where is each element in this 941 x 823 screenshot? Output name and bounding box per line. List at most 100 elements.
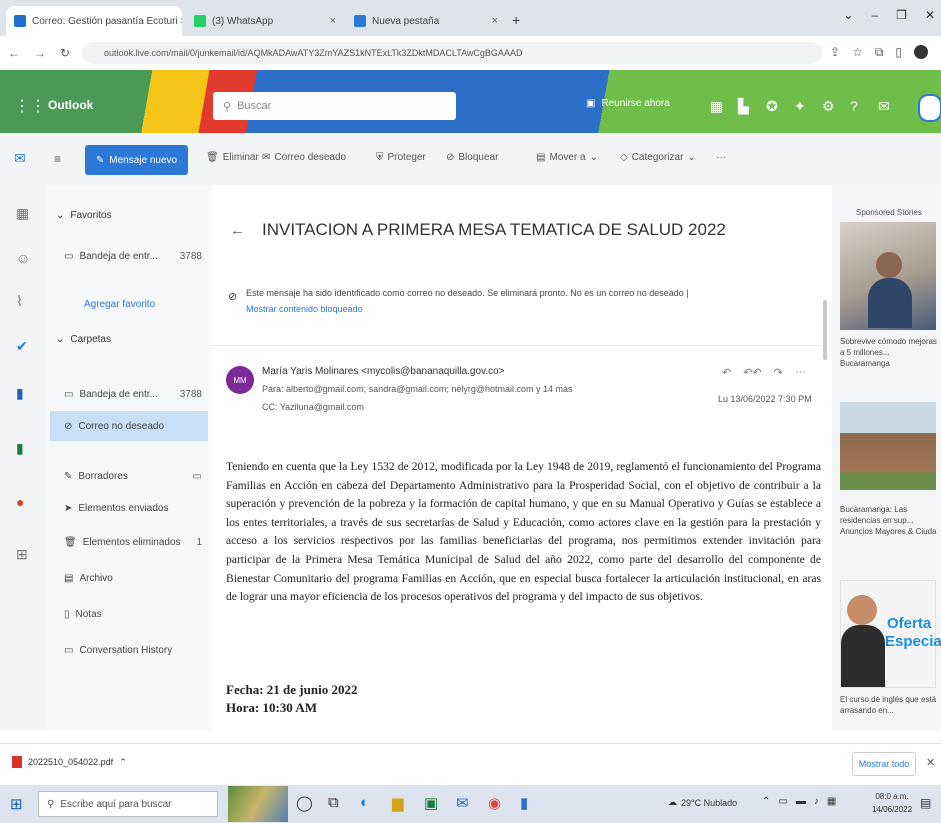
ad-image-offer[interactable]: Oferta Especial (840, 580, 941, 688)
task-view-icon[interactable]: ⧉ (328, 794, 339, 811)
sender-avatar[interactable]: MM (226, 366, 254, 394)
ad-image-house[interactable] (840, 402, 936, 490)
lightbulb-icon[interactable]: ✪ (766, 98, 778, 115)
back-icon[interactable]: ← (8, 46, 20, 60)
scrollbar-thumb[interactable] (823, 300, 827, 360)
tab-outlook[interactable]: Correo: Gestión pasantía Ecoturi × (6, 6, 182, 36)
trash-icon: 🗑 (206, 152, 219, 163)
help-icon[interactable]: ? (850, 98, 858, 114)
app-launcher-icon[interactable]: ⋮⋮ (14, 96, 46, 116)
excel-icon[interactable]: ▮ (16, 440, 24, 457)
close-shelf-icon[interactable]: ✕ (926, 756, 935, 769)
reply-all-icon[interactable]: ↶↶ (743, 366, 761, 379)
apps-icon[interactable]: ⊞ (16, 546, 28, 563)
folder-junk[interactable]: ⊘ Correo no deseado (50, 411, 208, 441)
more-options-icon[interactable]: ··· (716, 152, 726, 163)
junk-button[interactable]: ✉ Correo deseado (262, 152, 346, 163)
ad-caption-1[interactable]: Sobrevive cómodo mejoras a 5 millones...… (840, 336, 938, 369)
profile-avatar[interactable] (914, 45, 929, 59)
mail-app-icon[interactable]: ✉ (14, 150, 26, 167)
back-arrow-icon[interactable]: ← (230, 222, 245, 239)
chrome-icon[interactable]: ◉ (488, 794, 501, 812)
feedback-icon[interactable]: ✉ (878, 98, 890, 115)
hamburger-icon[interactable]: ≡ (54, 152, 61, 166)
extensions-icon[interactable]: ⧉ (875, 45, 884, 60)
event-date: Fecha: 21 de junio 2022 (226, 682, 358, 697)
maximize-icon[interactable]: ❐ (896, 8, 907, 22)
tab-whatsapp[interactable]: (3) WhatsApp × (186, 6, 344, 36)
skype-icon[interactable]: ▦ (710, 98, 723, 115)
favorites-header[interactable]: ⌄ Favoritos (56, 210, 112, 221)
close-window-icon[interactable]: ✕ (925, 8, 935, 22)
add-favorite-link[interactable]: Agregar favorito (50, 290, 208, 318)
minimize-icon[interactable]: – (871, 8, 878, 22)
folder-notes[interactable]: ▯ Notas (50, 600, 208, 628)
show-blocked-link[interactable]: Mostrar contenido bloqueado (246, 304, 363, 314)
search-highlight-image[interactable] (228, 786, 288, 822)
folder-archive[interactable]: ▤ Archivo (50, 564, 208, 592)
volume-icon[interactable]: ♪ (814, 796, 819, 807)
close-icon[interactable]: × (330, 15, 336, 27)
notifications-icon[interactable]: ✦ (794, 98, 806, 115)
network-icon[interactable]: ▭ (778, 796, 787, 807)
reply-icon[interactable]: ↶ (722, 366, 731, 379)
ad-caption-2[interactable]: Bucaramanga: Las residencias en sup... A… (840, 504, 938, 537)
download-item[interactable]: 2022510_054022.pdf ⌃ (12, 756, 127, 768)
ad-image-family[interactable] (840, 222, 936, 330)
edge-icon[interactable]: ◐ (360, 794, 369, 811)
attach-icon[interactable]: ⌇ (16, 293, 23, 310)
show-all-button[interactable]: Mostrar todo (852, 752, 916, 776)
account-avatar[interactable] (918, 94, 941, 122)
ad-caption-3[interactable]: El curso de inglés que está arrasando en… (840, 694, 938, 716)
folder-conversation-history[interactable]: ▭ Conversation History (50, 636, 208, 664)
folder-inbox[interactable]: ▭ Bandeja de entr... 3788 (50, 380, 208, 408)
docs-icon[interactable]: ▙ (738, 98, 749, 115)
people-icon[interactable]: ☺ (16, 250, 30, 266)
notification-center-icon[interactable]: ▤ (920, 796, 931, 810)
new-message-button[interactable]: ✎ Mensaje nuevo (85, 145, 188, 175)
sidepanel-icon[interactable]: ▯ (895, 45, 902, 60)
clock[interactable]: 08:0 a.m. 14/06/2022 (872, 790, 912, 816)
todo-icon[interactable]: ✔ (16, 338, 28, 355)
tab-search-icon[interactable]: ⌄ (843, 8, 853, 22)
folder-deleted[interactable]: 🗑 Elementos eliminados 1 (50, 528, 208, 556)
folders-header[interactable]: ⌄ Carpetas (56, 334, 111, 345)
mail-icon[interactable]: ✉ (456, 794, 469, 812)
chevron-up-icon[interactable]: ⌃ (762, 796, 770, 807)
move-to-button[interactable]: ▤ Mover a ⌄ (536, 152, 598, 163)
search-input[interactable]: ⚲ Buscar (213, 92, 456, 120)
battery-icon[interactable]: ▬ (796, 796, 806, 807)
cortana-icon[interactable]: ◯ (296, 794, 313, 812)
protect-button[interactable]: ⛨ Proteger (376, 152, 426, 163)
tab-new[interactable]: Nueva pestaña × (346, 6, 506, 36)
folder-inbox-fav[interactable]: ▭ Bandeja de entr... 3788 (50, 242, 208, 270)
powerpoint-icon[interactable]: ● (16, 494, 24, 510)
folder-drafts[interactable]: ✎ Borradores ▭ (50, 462, 208, 490)
block-button[interactable]: ⊘ Bloquear (446, 152, 498, 163)
language-icon[interactable]: ▦ (827, 796, 836, 807)
forward-icon[interactable]: → (34, 46, 46, 60)
reload-icon[interactable]: ↻ (60, 46, 70, 60)
delete-button[interactable]: 🗑 Eliminar (206, 152, 259, 163)
folder-sent[interactable]: ➤ Elementos enviados (50, 494, 208, 522)
close-icon[interactable]: × (492, 15, 498, 27)
chevron-up-icon[interactable]: ⌃ (119, 757, 127, 768)
word-taskbar-icon[interactable]: ▮ (520, 794, 528, 812)
meet-now-button[interactable]: ▣ Reunirse ahora (586, 98, 670, 109)
more-icon[interactable]: ··· (795, 366, 806, 379)
categorize-button[interactable]: ◇ Categorizar ⌄ (620, 152, 696, 163)
weather-widget[interactable]: ☁ 29°C Nublado (668, 797, 737, 808)
word-icon[interactable]: ▮ (16, 385, 24, 402)
start-icon[interactable]: ⊞ (10, 795, 23, 813)
taskbar-search[interactable]: ⚲ Escribe aquí para buscar (38, 791, 218, 817)
email-to[interactable]: Para: alberto@gmail.com; sandra@gmail.co… (262, 384, 573, 394)
address-input[interactable]: outlook.live.com/mail/0/junkemail/id/AQM… (82, 42, 822, 64)
store-icon[interactable]: ▣ (424, 794, 438, 812)
settings-icon[interactable]: ⚙ (822, 98, 835, 115)
forward-icon[interactable]: ↷ (774, 366, 783, 379)
new-tab-icon[interactable]: + (512, 12, 520, 28)
share-icon[interactable]: ⇪ (830, 45, 840, 60)
calendar-icon[interactable]: ▦ (16, 205, 29, 222)
star-icon[interactable]: ☆ (852, 45, 863, 60)
explorer-icon[interactable]: ▆ (392, 794, 404, 812)
